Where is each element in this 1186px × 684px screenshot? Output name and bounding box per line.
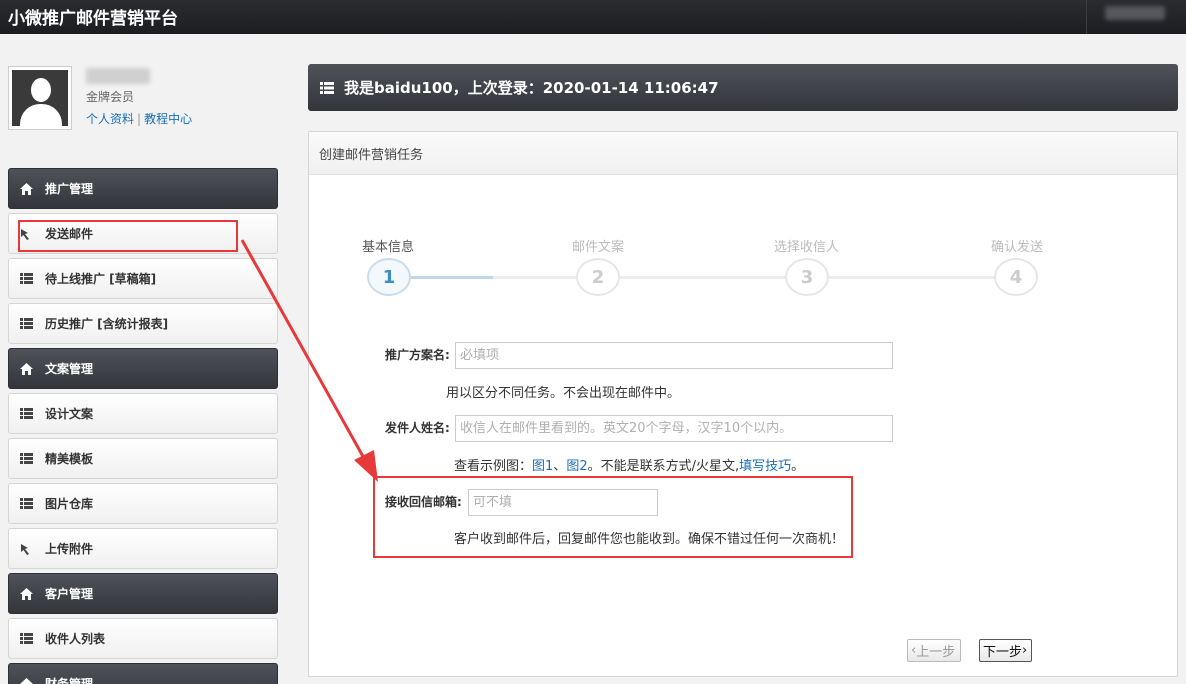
redacted-username	[1105, 6, 1165, 20]
sidebar-item-label: 历史推广 [含统计报表]	[45, 317, 169, 331]
profile-link[interactable]: 个人资料	[86, 112, 134, 126]
home-icon	[20, 362, 36, 375]
list-icon	[20, 273, 36, 284]
sidebar-item-design-copy[interactable]: 设计文案	[8, 393, 278, 434]
next-step-button[interactable]: 下一步 ›	[979, 639, 1032, 662]
example-image-2-link[interactable]: 图2	[566, 459, 587, 474]
sidebar-item-label: 财务管理	[45, 677, 94, 684]
campaign-name-help: 用以区分不同任务。不会出现在邮件中。	[446, 386, 681, 401]
sidebar-item-label: 文案管理	[45, 362, 94, 376]
annotation-highlight-reply-email	[373, 476, 853, 558]
example-image-1-link[interactable]: 图1	[532, 459, 553, 474]
sidebar-header-promotion[interactable]: 推广管理	[8, 168, 278, 209]
step-label-2: 邮件文案	[572, 240, 625, 255]
step-label-4: 确认发送	[991, 240, 1044, 255]
sidebar-item-history[interactable]: 历史推广 [含统计报表]	[8, 303, 278, 344]
sidebar-item-label: 推广管理	[45, 182, 94, 196]
step-circle-2[interactable]: 2	[576, 258, 620, 296]
campaign-name-input[interactable]	[455, 342, 893, 369]
home-icon	[20, 677, 36, 684]
list-icon	[20, 633, 36, 644]
sidebar-item-label: 客户管理	[45, 587, 94, 601]
sender-name-help: 查看示例图：图1、图2。不能是联系方式/火星文,填写技巧。	[454, 459, 805, 474]
sidebar-item-label: 待上线推广 [草稿箱]	[45, 272, 157, 286]
chevron-right-icon: ›	[1022, 643, 1028, 658]
redacted-user-name	[86, 68, 150, 84]
send-icon	[20, 543, 36, 555]
sidebar-item-label: 收件人列表	[45, 632, 106, 646]
default-user-icon	[12, 70, 68, 126]
welcome-text: 我是baidu100，上次登录：2020-01-14 11:06:47	[344, 79, 719, 97]
member-level: 金牌会员	[86, 90, 135, 104]
step-connector-1	[411, 276, 493, 279]
sidebar-header-copywriting[interactable]: 文案管理	[8, 348, 278, 389]
annotation-highlight-send-email	[18, 220, 238, 252]
profile-links: 个人资料 | 教程中心	[86, 112, 193, 126]
sidebar-item-image-library[interactable]: 图片仓库	[8, 483, 278, 524]
sidebar-item-label: 精美模板	[45, 452, 94, 466]
sidebar-header-finance[interactable]: 财务管理	[8, 663, 278, 684]
top-navbar: 小微推广邮件营销平台	[0, 0, 1186, 34]
home-icon	[20, 182, 36, 195]
sidebar-item-label: 设计文案	[45, 407, 94, 421]
welcome-bar: 我是baidu100，上次登录：2020-01-14 11:06:47	[308, 64, 1178, 111]
panel-title: 创建邮件营销任务	[309, 132, 1177, 175]
sidebar-item-recipients[interactable]: 收件人列表	[8, 618, 278, 659]
list-icon	[20, 498, 36, 509]
sidebar-item-label: 上传附件	[45, 542, 94, 556]
app-title[interactable]: 小微推广邮件营销平台	[8, 4, 178, 29]
sidebar-item-upload-attachment[interactable]: 上传附件	[8, 528, 278, 569]
list-icon	[20, 318, 36, 329]
list-icon	[20, 408, 36, 419]
step-connector-3	[829, 276, 995, 279]
step-circle-4[interactable]: 4	[994, 258, 1038, 296]
step-connector-2	[620, 276, 786, 279]
sender-name-input[interactable]	[455, 415, 893, 442]
sender-name-label: 发件人姓名:	[385, 421, 450, 435]
user-menu[interactable]	[1086, 0, 1186, 34]
sidebar-header-customers[interactable]: 客户管理	[8, 573, 278, 614]
campaign-name-label: 推广方案名:	[385, 348, 450, 362]
create-campaign-panel: 创建邮件营销任务 基本信息 邮件文案 选择收信人 确认发送 1 2 3 4 推广…	[308, 131, 1178, 677]
sidebar-item-label: 图片仓库	[45, 497, 94, 511]
list-icon	[320, 81, 334, 94]
step-circle-3[interactable]: 3	[785, 258, 829, 296]
avatar[interactable]	[8, 66, 72, 130]
step-label-3: 选择收信人	[774, 240, 840, 255]
sidebar-item-drafts[interactable]: 待上线推广 [草稿箱]	[8, 258, 278, 299]
user-profile: 金牌会员 个人资料 | 教程中心	[8, 66, 278, 132]
tutorial-link[interactable]: 教程中心	[144, 112, 192, 126]
prev-step-button[interactable]: ‹ 上一步	[907, 639, 961, 662]
home-icon	[20, 587, 36, 600]
step-connector-1b	[493, 276, 577, 279]
list-icon	[20, 453, 36, 464]
writing-tips-link[interactable]: 填写技巧	[739, 459, 791, 474]
step-circle-1[interactable]: 1	[367, 258, 411, 296]
sidebar-item-templates[interactable]: 精美模板	[8, 438, 278, 479]
step-label-1: 基本信息	[362, 240, 415, 255]
